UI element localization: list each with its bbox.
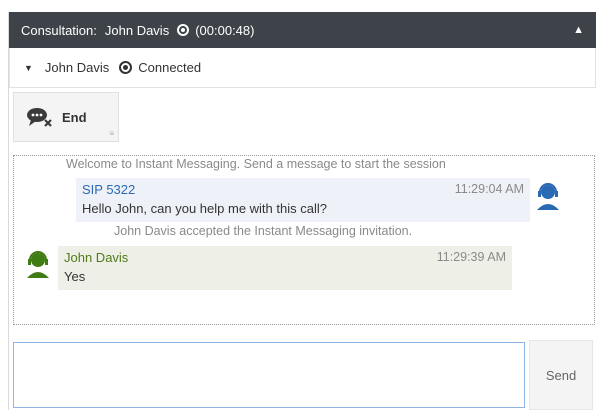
message-sender: SIP 5322 xyxy=(82,182,136,197)
consultation-panel: Consultation: John Davis (00:00:48) ▲ ▼ … xyxy=(8,12,596,410)
message-agent: SIP 5322 11:29:04 AM Hello John, can you… xyxy=(76,178,530,222)
agent-avatar-icon xyxy=(537,183,559,210)
chat-transcript[interactable]: Welcome to Instant Messaging. Send a mes… xyxy=(13,155,595,325)
party-status: Connected xyxy=(138,60,202,75)
welcome-message: Welcome to Instant Messaging. Send a mes… xyxy=(66,157,446,171)
party-name: John Davis xyxy=(44,60,110,75)
message-text: Yes xyxy=(64,269,86,284)
party-row[interactable]: ▼ John Davis Connected xyxy=(9,48,596,88)
header-label: Consultation: xyxy=(21,22,97,38)
accepted-notice: John Davis accepted the Instant Messagin… xyxy=(114,224,413,238)
status-record-icon xyxy=(177,24,190,36)
header-timer: (00:00:48) xyxy=(195,22,255,38)
message-input[interactable] xyxy=(13,342,525,408)
message-text: Hello John, can you help me with this ca… xyxy=(82,201,327,216)
send-button-label: Send xyxy=(545,367,577,383)
message-time: 11:29:04 AM xyxy=(454,182,524,196)
header-contact-name: John Davis xyxy=(104,22,170,38)
end-chat-icon xyxy=(27,108,52,127)
consultation-header[interactable]: Consultation: John Davis (00:00:48) ▲ xyxy=(9,12,596,48)
toolbar: End ≡ xyxy=(9,88,596,144)
end-button-label: End xyxy=(62,109,87,125)
message-time: 11:29:39 AM xyxy=(436,250,506,264)
chevron-down-icon[interactable]: ▼ xyxy=(24,63,33,73)
customer-avatar-icon xyxy=(27,251,49,278)
message-customer: John Davis 11:29:39 AM Yes xyxy=(58,246,512,290)
chevron-up-icon[interactable]: ▲ xyxy=(573,24,584,36)
resize-corner-icon: ≡ xyxy=(109,129,114,138)
end-button[interactable]: End ≡ xyxy=(13,92,119,142)
message-sender: John Davis xyxy=(64,250,129,265)
send-button[interactable]: Send xyxy=(529,340,593,410)
connected-status-icon xyxy=(119,61,133,74)
